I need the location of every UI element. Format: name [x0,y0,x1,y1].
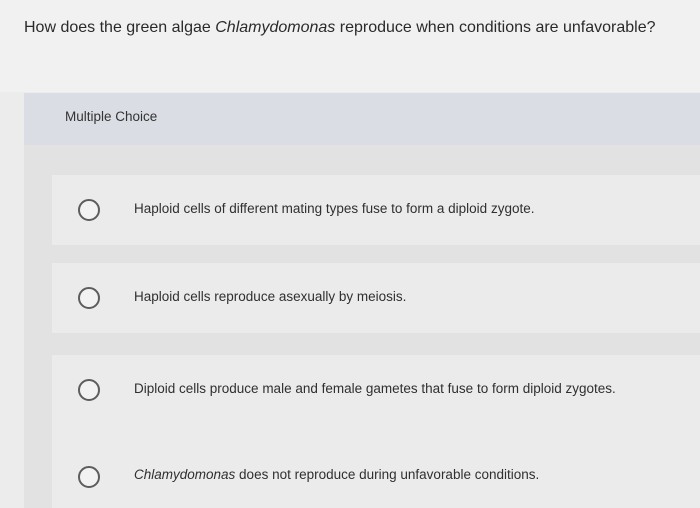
answer-option-2-label: Haploid cells reproduce asexually by mei… [134,289,406,304]
multiple-choice-header: Multiple Choice [24,93,700,145]
answer-list: Haploid cells of different mating types … [24,145,700,508]
radio-button-1[interactable] [78,199,100,221]
question-prefix: How does the green algae [24,19,216,36]
answer-option-4[interactable]: Chlamydomonas does not reproduce during … [52,420,700,508]
answer-option-1-label: Haploid cells of different mating types … [134,201,534,216]
answer-option-4-label: Chlamydomonas does not reproduce during … [134,467,539,482]
multiple-choice-label: Multiple Choice [65,109,158,124]
radio-button-4[interactable] [78,466,100,488]
answer-option-3[interactable]: Diploid cells produce male and female ga… [52,355,700,425]
answer-option-1[interactable]: Haploid cells of different mating types … [52,175,700,245]
answer-option-3-text: Diploid cells produce male and female ga… [134,381,616,396]
question-text: How does the green algae Chlamydomonas r… [24,19,656,37]
answer-option-2[interactable]: Haploid cells reproduce asexually by mei… [52,263,700,333]
answer-option-3-label: Diploid cells produce male and female ga… [134,381,616,396]
answer-option-2-text: Haploid cells reproduce asexually by mei… [134,289,407,304]
answer-option-1-text: Haploid cells of different mating types … [134,201,535,216]
question-species-name: Chlamydomonas [215,19,336,36]
radio-button-3[interactable] [78,379,100,401]
question-panel: How does the green algae Chlamydomonas r… [0,0,700,92]
answer-option-4-text: does not reproduce during unfavorable co… [235,467,540,482]
answer-option-4-emphasis: Chlamydomonas [134,467,236,482]
question-suffix: reproduce when conditions are unfavorabl… [335,19,656,36]
radio-button-2[interactable] [78,287,100,309]
